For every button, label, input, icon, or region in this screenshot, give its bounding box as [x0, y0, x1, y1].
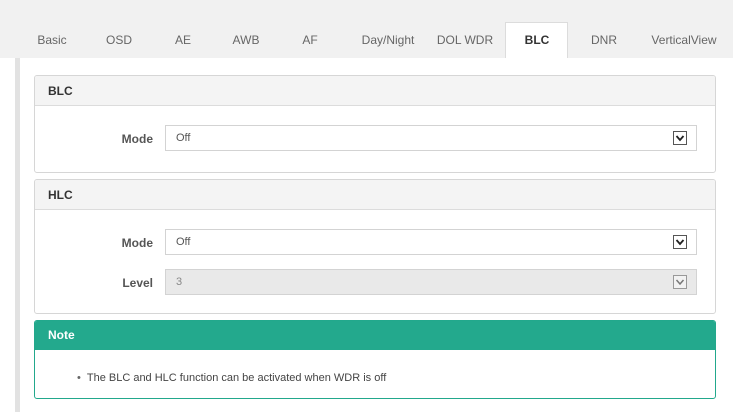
hlc-mode-label: Mode [121, 236, 153, 250]
tab-vertical-view[interactable]: VerticalView [651, 33, 716, 47]
tab-basic[interactable]: Basic [37, 33, 66, 47]
note-panel: Note • The BLC and HLC function can be ac… [34, 320, 716, 399]
hlc-mode-select[interactable]: Off [165, 229, 697, 255]
blc-mode-label: Mode [121, 132, 153, 146]
blc-mode-value: Off [176, 132, 191, 144]
hlc-panel-title: HLC [35, 180, 715, 210]
hlc-mode-value: Off [176, 236, 191, 248]
tab-bar: Basic OSD AE AWB AF Day/Night DOL WDR BL… [0, 0, 733, 58]
note-text: The BLC and HLC function can be activate… [86, 372, 387, 384]
tab-blc[interactable]: BLC [525, 33, 550, 47]
tab-osd[interactable]: OSD [106, 33, 132, 47]
tab-af[interactable]: AF [302, 33, 317, 47]
tab-day-night[interactable]: Day/Night [362, 33, 415, 47]
tab-awb[interactable]: AWB [233, 33, 260, 47]
tab-dol-wdr[interactable]: DOL WDR [437, 33, 493, 47]
hlc-level-value: 3 [176, 276, 183, 288]
chevron-down-icon[interactable] [673, 131, 687, 145]
blc-mode-select[interactable]: Off [165, 125, 697, 151]
chevron-down-icon[interactable] [673, 235, 687, 249]
blc-panel-title: BLC [35, 76, 715, 106]
note-title: Note [35, 321, 715, 350]
blc-panel: BLC Mode Off [34, 75, 716, 173]
tab-ae[interactable]: AE [175, 33, 191, 47]
hlc-level-select: 3 [165, 269, 697, 295]
tab-dnr[interactable]: DNR [591, 33, 617, 47]
chevron-down-icon [673, 275, 687, 289]
bullet-icon: • [77, 372, 81, 384]
hlc-level-label: Level [122, 276, 153, 290]
hlc-panel: HLC Mode Off Level 3 [34, 179, 716, 314]
note-item: • The BLC and HLC function can be activat… [77, 372, 386, 384]
